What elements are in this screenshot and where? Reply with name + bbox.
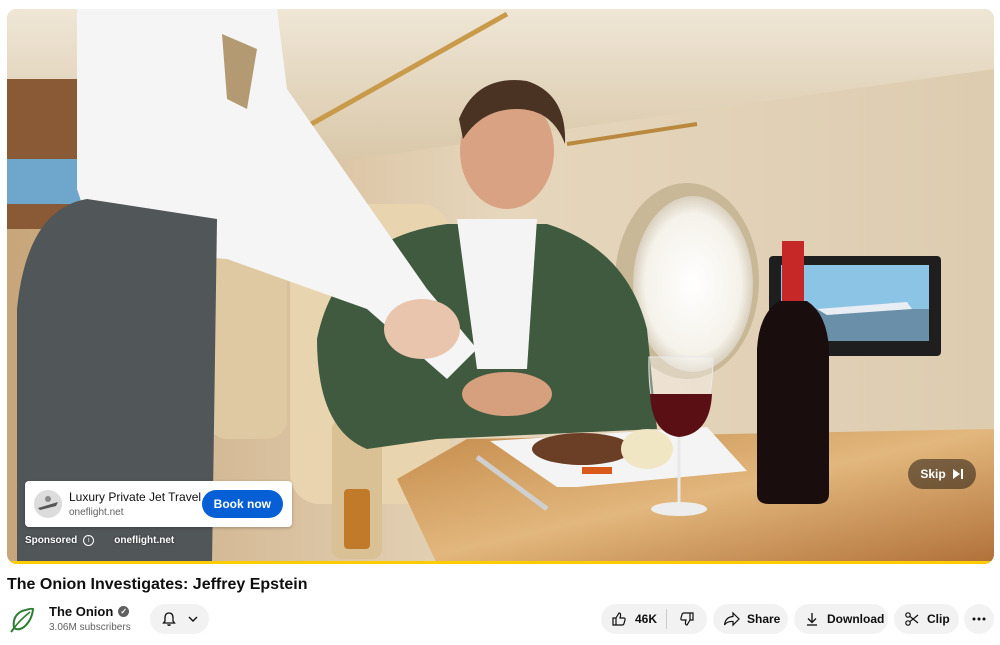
ad-meta: Sponsored i oneflight.net	[25, 535, 174, 546]
download-button[interactable]: Download	[794, 604, 888, 634]
scissors-icon	[905, 612, 919, 626]
skip-icon	[952, 469, 963, 479]
thumbs-down-icon	[680, 612, 694, 626]
verified-icon: ✓	[118, 606, 130, 617]
chevron-down-icon	[188, 616, 197, 622]
sponsor-domain[interactable]: oneflight.net	[114, 535, 174, 546]
sponsored-label: Sponsored	[25, 535, 78, 546]
thumbs-up-icon	[612, 612, 626, 626]
video-player[interactable]: Luxury Private Jet Travel oneflight.net …	[7, 9, 994, 564]
download-icon	[807, 613, 817, 626]
download-label: Download	[827, 612, 885, 626]
ad-domain: oneflight.net	[69, 507, 124, 518]
share-button[interactable]: Share	[713, 604, 788, 634]
clip-button[interactable]: Clip	[894, 604, 959, 634]
ad-title[interactable]: Luxury Private Jet Travel	[69, 490, 202, 504]
more-actions-button[interactable]	[964, 604, 994, 634]
video-progress-bar[interactable]	[7, 561, 994, 564]
subscriber-count: 3.06M subscribers	[49, 622, 131, 633]
video-progress-fill	[7, 561, 994, 564]
dislike-button[interactable]	[667, 604, 707, 634]
channel-name[interactable]: The Onion ✓	[49, 604, 130, 619]
more-icon	[972, 617, 986, 621]
skip-ad-button[interactable]: Skip	[908, 459, 976, 489]
like-count: 46K	[635, 612, 658, 626]
bell-icon	[161, 612, 176, 626]
info-icon[interactable]: i	[83, 535, 95, 546]
video-title: The Onion Investigates: Jeffrey Epstein	[7, 576, 308, 593]
like-button[interactable]: 46K	[601, 604, 666, 634]
skip-label: Skip	[920, 467, 946, 481]
channel-avatar[interactable]	[8, 606, 36, 634]
ad-card[interactable]: Luxury Private Jet Travel oneflight.net …	[25, 481, 292, 527]
clip-label: Clip	[927, 612, 950, 626]
share-label: Share	[747, 612, 781, 626]
share-icon	[723, 611, 740, 627]
channel-name-text[interactable]: The Onion	[49, 604, 113, 619]
like-dislike-group: 46K	[601, 604, 707, 634]
notification-button[interactable]	[150, 604, 209, 634]
advertiser-logo	[34, 490, 62, 518]
book-now-button[interactable]: Book now	[201, 490, 283, 518]
